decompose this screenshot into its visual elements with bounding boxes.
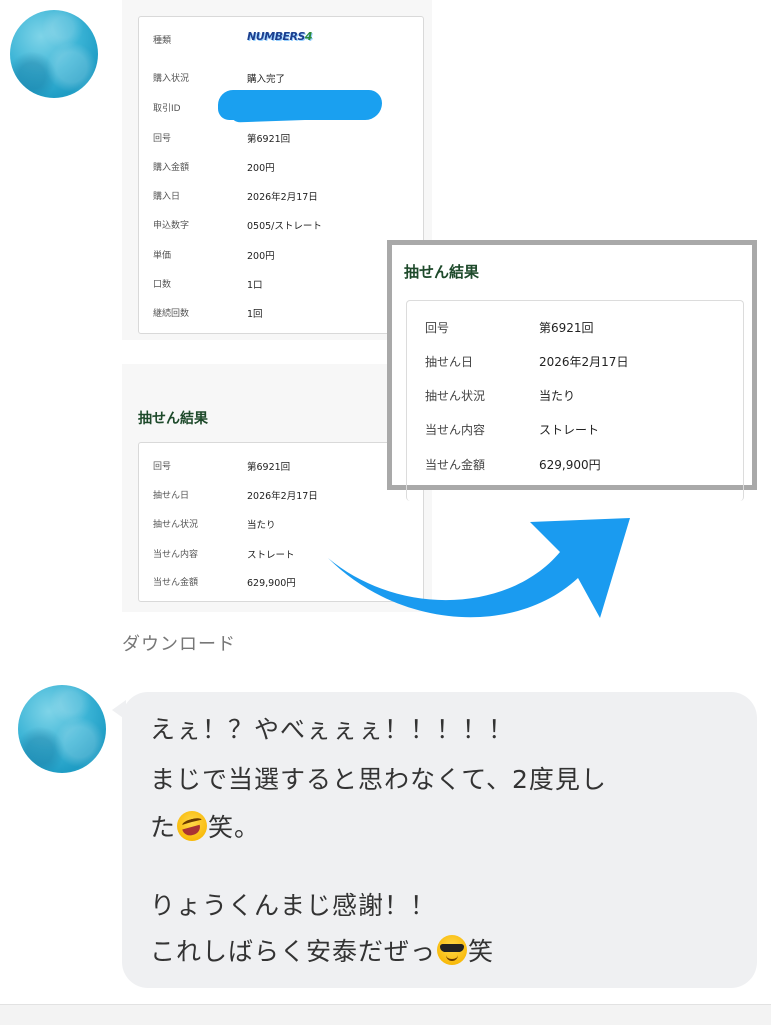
result-row-key: 当せん金額	[153, 578, 199, 588]
rolling-on-floor-laughing-icon	[177, 811, 208, 841]
result-row-key: 抽せん状況	[153, 520, 199, 530]
result-row-key: 回号	[425, 321, 450, 335]
purchase-row-type: 種類 NUMBERS4	[139, 30, 423, 53]
result-title-zoom: 抽せん結果	[404, 263, 480, 281]
purchase-row-amount: 購入金額 200円	[139, 160, 423, 180]
purchase-detail-card: 種類 NUMBERS4 購入状況 購入完了 取引ID 回号 第6921回 購入金…	[138, 16, 424, 334]
purchase-row-units: 口数 1口	[139, 277, 423, 297]
purchase-row-continuation: 継続回数 1回	[139, 306, 423, 326]
result-row-key: 抽せん日	[425, 355, 474, 369]
purchase-row-value: 1回	[247, 309, 263, 320]
message-text: 笑	[468, 937, 495, 966]
purchase-row-key: 購入日	[153, 192, 181, 202]
purchase-row-value: 200円	[247, 163, 275, 174]
message-line: これしばらく安泰だぜっ 笑	[150, 932, 494, 968]
purchase-row-value: 第6921回	[247, 134, 291, 145]
section-gap	[122, 340, 432, 364]
zoom-row-draw-date: 抽せん日 2026年2月17日	[407, 353, 743, 375]
result-row-key: 回号	[153, 462, 172, 472]
purchase-row-key: 申込数字	[153, 221, 190, 231]
sender-avatar-top[interactable]	[10, 10, 98, 98]
zoomed-result-frame: 抽せん結果 回号 第6921回 抽せん日 2026年2月17日 抽せん状況 当た…	[387, 240, 757, 501]
result-card-zoom: 回号 第6921回 抽せん日 2026年2月17日 抽せん状況 当たり 当せん内…	[406, 300, 744, 501]
purchase-row-key: 購入金額	[153, 163, 190, 173]
numbers4-logo: NUMBERS4	[247, 30, 313, 43]
result-row-key: 当せん内容	[425, 423, 486, 437]
result-row-value: 2026年2月17日	[539, 355, 629, 369]
purchase-row-value: 1口	[247, 280, 263, 291]
curved-arrow-icon	[328, 518, 630, 618]
result-row-draw-number: 回号 第6921回	[139, 459, 423, 479]
result-row-value: ストレート	[539, 423, 600, 437]
purchase-row-value: 200円	[247, 251, 275, 262]
message-line: た 笑。	[150, 808, 260, 844]
zoom-row-draw-status: 抽せん状況 当たり	[407, 387, 743, 409]
result-row-key: 抽せん状況	[425, 389, 486, 403]
purchase-row-numbers: 申込数字 0505/ストレート	[139, 218, 423, 238]
message-line: まじで当選すると思わなくて、2度見し	[150, 765, 607, 794]
result-row-value: 2026年2月17日	[247, 491, 318, 502]
purchase-row-draw-number: 回号 第6921回	[139, 131, 423, 151]
result-row-value: 第6921回	[539, 321, 594, 335]
purchase-row-key: 回号	[153, 134, 172, 144]
message-line: えぇ！？やべぇぇぇ！！！！！	[150, 715, 515, 744]
result-row-key: 当せん金額	[425, 458, 486, 472]
result-row-value: 第6921回	[247, 462, 291, 473]
purchase-row-key: 取引ID	[153, 104, 181, 114]
purchase-row-unit-price: 単価 200円	[139, 248, 423, 268]
sender-avatar-message[interactable]	[18, 685, 106, 773]
result-row-value: 629,900円	[247, 578, 296, 589]
message-text: 笑。	[208, 813, 261, 842]
message-line: りょうくんまじ感謝！！	[150, 891, 437, 920]
zoom-row-prize-amount: 当せん金額 629,900円	[407, 456, 743, 478]
purchase-row-key: 口数	[153, 280, 172, 290]
bottom-bar	[0, 1004, 771, 1025]
zoom-row-prize-type: 当せん内容 ストレート	[407, 421, 743, 443]
purchase-row-value: 0505/ストレート	[247, 221, 322, 232]
purchase-row-key: 種類	[153, 36, 172, 46]
purchase-row-key: 継続回数	[153, 309, 190, 319]
result-row-key: 抽せん日	[153, 491, 190, 501]
result-title-small: 抽せん結果	[138, 411, 208, 427]
smiling-face-with-sunglasses-icon	[437, 935, 468, 965]
purchase-row-key: 単価	[153, 251, 172, 261]
purchase-row-date: 購入日 2026年2月17日	[139, 189, 423, 209]
message-text: た	[150, 813, 177, 842]
download-link[interactable]: ダウンロード	[122, 630, 236, 656]
result-row-value: 当たり	[539, 389, 576, 403]
purchase-row-status: 購入状況 購入完了	[139, 71, 423, 91]
zoom-row-draw-number: 回号 第6921回	[407, 319, 743, 341]
message-text: これしばらく安泰だぜっ	[150, 937, 437, 966]
purchase-row-value: 購入完了	[247, 74, 286, 85]
purchase-row-key: 購入状況	[153, 74, 190, 84]
purchase-row-value: 2026年2月17日	[247, 192, 318, 203]
result-row-value: 629,900円	[539, 458, 601, 472]
result-row-value: ストレート	[247, 550, 295, 561]
result-row-value: 当たり	[247, 520, 276, 531]
result-row-key: 当せん内容	[153, 550, 199, 560]
